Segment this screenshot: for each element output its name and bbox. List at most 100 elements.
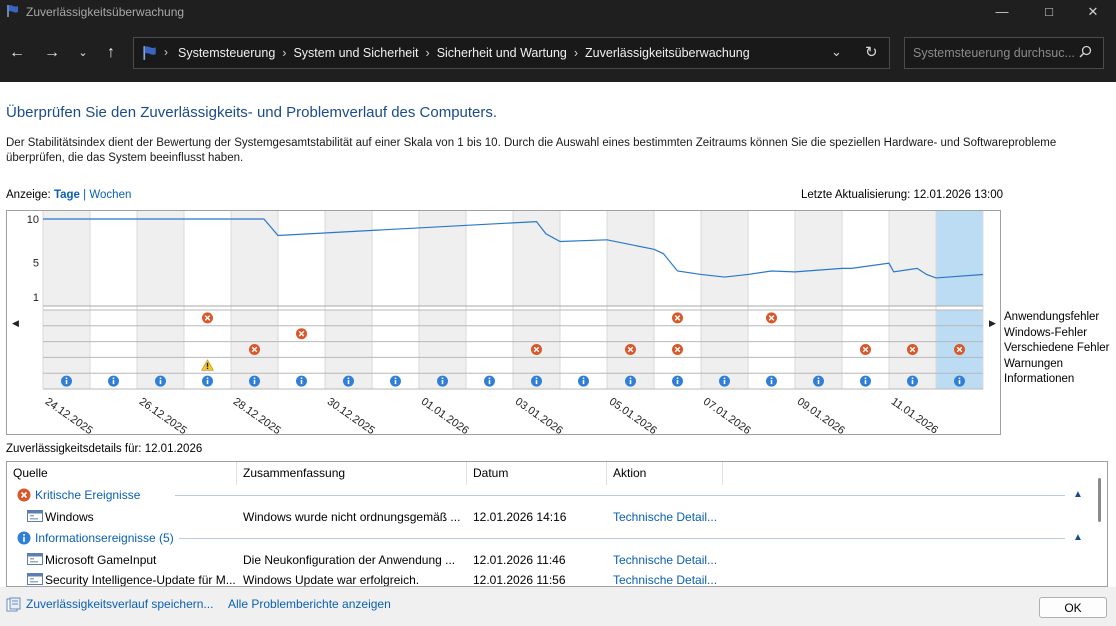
breadcrumb-item[interactable]: Systemsteuerung — [178, 46, 275, 60]
reliability-chart[interactable]: 10 5 1 ◀ ▶ 24.12.2025 26.12.2025 28.12.2025 30.1… — [6, 210, 1001, 437]
footer: Zuverlässigkeitsverlauf speichern... All… — [0, 587, 1116, 626]
day-column — [607, 211, 654, 306]
group-divider — [179, 538, 1065, 539]
column-divider[interactable] — [722, 462, 723, 485]
table-row-date[interactable]: 12.01.2026 14:16 — [473, 510, 566, 524]
recent-chevron-down-icon[interactable]: ⌄ — [70, 40, 96, 66]
column-divider[interactable] — [606, 462, 607, 485]
save-history-link[interactable]: Zuverlässigkeitsverlauf speichern... — [26, 597, 213, 611]
collapse-chevron-icon[interactable]: ▲ — [1073, 532, 1083, 543]
x-tick-label: 07.01.2026 — [701, 396, 753, 434]
navigation-bar: ← → ⌄ ↑ › Systemsteuerung › System und Sic… — [0, 24, 1116, 82]
vertical-scrollbar[interactable] — [1098, 478, 1101, 522]
table-row-summary[interactable]: Die Neukonfiguration der Anwendung ... — [243, 553, 465, 567]
column-summary[interactable]: Zusammenfassung — [243, 466, 345, 480]
x-tick-label: 26.12.2025 — [137, 396, 189, 434]
info-icon — [17, 531, 31, 548]
minimize-button[interactable]: — — [979, 0, 1025, 24]
sort-ascending-icon: ˆ — [533, 461, 537, 470]
table-row-source[interactable]: Security Intelligence-Update für M... — [45, 573, 237, 586]
column-divider[interactable] — [466, 462, 467, 485]
window-title: Zuverlässigkeitsüberwachung — [26, 5, 185, 19]
technical-details-link[interactable]: Technische Detail... — [613, 510, 717, 524]
breadcrumb: Systemsteuerung › System und Sicherheit › Si… — [178, 46, 750, 60]
app-window-icon — [27, 553, 43, 568]
x-tick-label: 24.12.2025 — [43, 396, 95, 434]
info-icon-dot — [394, 377, 397, 380]
column-action[interactable]: Aktion — [613, 466, 646, 480]
search-icon[interactable] — [1079, 45, 1092, 61]
warning-icon-dot — [206, 367, 209, 369]
table-row-date[interactable]: 12.01.2026 11:46 — [473, 553, 566, 567]
info-icon-bar — [112, 380, 115, 385]
info-icon-bar — [958, 380, 961, 385]
technical-details-link[interactable]: Technische Detail... — [613, 573, 717, 586]
info-icon-dot — [770, 377, 773, 380]
day-column — [137, 211, 184, 306]
day-column — [748, 211, 795, 306]
column-divider[interactable] — [236, 462, 237, 485]
day-column — [560, 211, 607, 306]
info-icon-bar — [394, 380, 397, 385]
breadcrumb-item[interactable]: System und Sicherheit — [293, 46, 418, 60]
ok-button[interactable]: OK — [1039, 597, 1107, 618]
x-tick-label: 30.12.2025 — [325, 396, 377, 434]
windows-app-icon — [27, 510, 43, 525]
info-icon-bar — [911, 380, 914, 385]
breadcrumb-separator-icon: › — [573, 46, 579, 60]
refresh-icon[interactable]: ↻ — [865, 43, 878, 61]
table-row-date[interactable]: 12.01.2026 11:56 — [473, 573, 566, 586]
maximize-button[interactable]: □ — [1026, 0, 1072, 24]
breadcrumb-item[interactable]: Sicherheit und Wartung — [437, 46, 567, 60]
info-icon-bar — [770, 380, 773, 385]
view-days-link[interactable]: Tage — [54, 189, 80, 201]
table-row-source[interactable]: Microsoft GameInput — [45, 553, 231, 567]
address-bar[interactable]: › Systemsteuerung › System und Sicherheit ›… — [133, 37, 890, 69]
day-column — [325, 211, 372, 306]
info-icon-bar — [159, 380, 162, 385]
technical-details-link[interactable]: Technische Detail... — [613, 553, 717, 567]
all-problem-reports-link[interactable]: Alle Problemberichte anzeigen — [228, 597, 391, 611]
collapse-chevron-icon[interactable]: ▲ — [1073, 489, 1083, 500]
day-column — [231, 211, 278, 306]
day-column — [654, 211, 701, 306]
column-date[interactable]: Datum — [473, 466, 508, 480]
forward-icon[interactable]: → — [39, 40, 65, 66]
table-row-summary[interactable]: Windows Update war erfolgreich. — [243, 573, 465, 586]
critical-error-icon — [17, 488, 31, 505]
details-table: Quelle Zusammenfassung Datum ˆ Aktion Kr… — [6, 461, 1108, 587]
info-icon-dot — [582, 377, 585, 380]
info-icon-dot — [911, 377, 914, 380]
address-dropdown-icon[interactable]: ⌄ — [831, 44, 842, 60]
info-icon-dot — [488, 377, 491, 380]
group-critical-events[interactable]: Kritische Ereignisse — [35, 488, 140, 502]
y-tick-label: 10 — [27, 214, 39, 226]
table-row-summary[interactable]: Windows wurde nicht ordnungsgemäß ... — [243, 510, 465, 524]
close-button[interactable]: ✕ — [1070, 0, 1116, 24]
up-icon[interactable]: ↑ — [98, 40, 124, 66]
scroll-right-icon[interactable]: ▶ — [989, 318, 996, 328]
reliability-chart-svg: 10 5 1 ◀ ▶ 24.12.2025 26.12.2025 28.12.2025 30.1… — [12, 211, 996, 437]
breadcrumb-item[interactable]: Zuverlässigkeitsüberwachung — [585, 46, 750, 60]
legend-misc-errors: Verschiedene Fehler — [1004, 342, 1110, 354]
group-information-events[interactable]: Informationsereignisse (5) — [35, 531, 174, 545]
table-row-source[interactable]: Windows — [45, 510, 231, 524]
view-selector: Anzeige: Tage | Wochen — [6, 189, 131, 201]
day-column — [184, 211, 231, 306]
info-icon-dot — [958, 377, 961, 380]
info-icon-dot — [65, 377, 68, 380]
back-icon[interactable]: ← — [4, 40, 30, 66]
search-input[interactable]: Systemsteuerung durchsuc... — [904, 37, 1104, 69]
scroll-left-icon[interactable]: ◀ — [12, 318, 19, 328]
info-icon-dot — [206, 377, 209, 380]
view-weeks-link[interactable]: Wochen — [89, 189, 131, 201]
page-description: Der Stabilitätsindex dient der Bewertung… — [6, 137, 1057, 164]
x-tick-label: 09.01.2026 — [795, 396, 847, 434]
day-column — [372, 211, 419, 306]
info-icon-dot — [159, 377, 162, 380]
x-tick-label: 05.01.2026 — [607, 396, 659, 434]
day-column — [936, 211, 983, 306]
save-history-icon — [6, 597, 21, 615]
last-update: Letzte Aktualisierung: 12.01.2026 13:00 — [801, 189, 1004, 201]
column-source[interactable]: Quelle — [13, 466, 48, 480]
